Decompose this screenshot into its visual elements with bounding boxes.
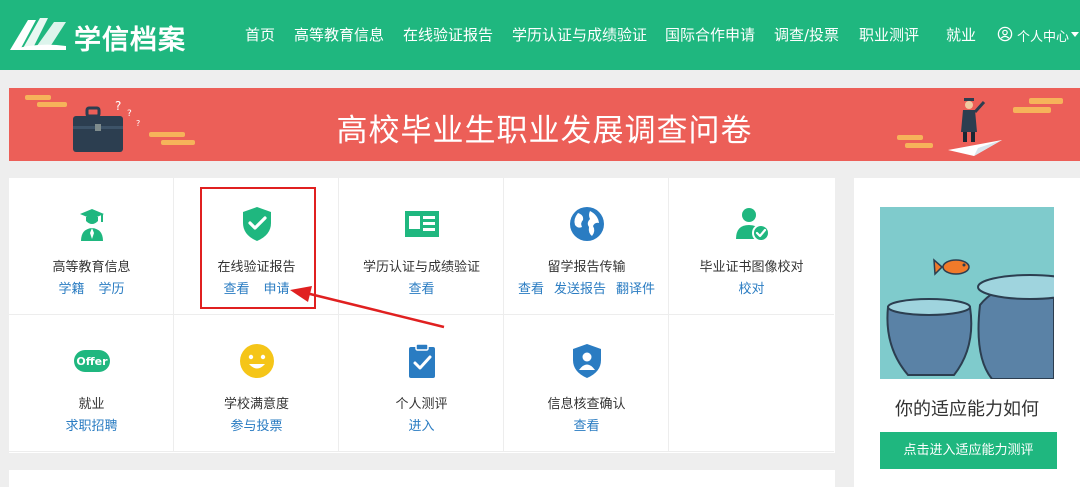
nav-home[interactable]: 首页 [245,24,275,45]
academic-record-link[interactable]: 学历 [99,282,125,297]
empty-cell [669,315,834,452]
nav-higher-education[interactable]: 高等教育信息 [294,24,384,45]
view-abroad-report-link[interactable]: 查看 [518,282,544,297]
student-status-link[interactable]: 学籍 [58,282,84,297]
service-title: 学历认证与成绩验证 [362,260,480,275]
nav-international[interactable]: 国际合作申请 [665,24,755,45]
job-search-link[interactable]: 求职招聘 [65,419,117,434]
service-title: 学校满意度 [223,397,289,412]
graduate-on-paper-plane-icon [948,98,1002,156]
service-title: 高等教育信息 [52,260,131,275]
nav-online-report[interactable]: 在线验证报告 [403,24,493,45]
proofread-link[interactable]: 校对 [738,282,764,297]
offer-icon: Offer [74,350,110,372]
service-personal-assessment[interactable]: 个人测评 进入 [339,315,504,452]
service-higher-education[interactable]: 高等教育信息 学籍 学历 [9,178,174,315]
service-title: 留学报告传输 [547,260,626,275]
view-verification-link[interactable]: 查看 [573,419,599,434]
adaptability-card: 你的适应能力如何 点击进入适应能力测评 [854,178,1080,487]
nav-employment[interactable]: 就业 [946,24,976,45]
translation-link[interactable]: 翻译件 [616,282,655,297]
top-header: 学信档案 首页 高等教育信息 在线验证报告 学历认证与成绩验证 国际合作申请 调… [0,0,1080,70]
nav-career-test[interactable]: 职业测评 [859,24,919,45]
service-title: 就业 [78,397,105,412]
adaptability-title: 你的适应能力如何 [895,399,1039,420]
user-circle-icon[interactable] [997,26,1013,42]
service-employment[interactable]: Offer 就业 求职招聘 [9,315,174,452]
clipboard-check-icon [409,343,435,378]
globe-icon [570,207,604,241]
adaptability-test-button[interactable]: 点击进入适应能力测评 [880,432,1057,469]
service-certificate-proofread[interactable]: 毕业证书图像校对 校对 [669,178,834,315]
service-title: 毕业证书图像校对 [699,260,804,275]
nav-certification[interactable]: 学历认证与成绩验证 [512,24,647,45]
service-school-satisfaction[interactable]: 学校满意度 参与投票 [174,315,339,452]
vote-link[interactable]: 参与投票 [230,419,282,434]
cloud-decoration-icon [897,135,933,148]
user-shield-icon [573,344,601,378]
service-info-verification[interactable]: 信息核查确认 查看 [504,315,669,452]
offer-badge-text: Offer [76,355,108,368]
service-title: 个人测评 [395,397,448,412]
enter-assessment-link[interactable]: 进入 [408,419,434,434]
goldfish-jump-icon [880,207,1054,379]
chevron-down-icon[interactable] [1071,32,1079,37]
nav-survey-vote[interactable]: 调查/投票 [774,24,839,45]
xuexin-logo-icon[interactable] [8,14,68,54]
survey-banner[interactable]: ? ? ? 高校毕业生职业发展调查问卷 [9,88,1080,161]
service-study-abroad-transfer[interactable]: 留学报告传输 查看 发送报告 翻译件 [504,178,669,315]
bottom-panel [9,470,835,487]
graduate-icon [80,209,104,241]
service-title: 信息核查确认 [547,397,626,412]
id-card-icon [405,211,439,237]
smiley-icon [240,344,274,378]
user-check-icon [736,208,770,242]
user-center-menu[interactable]: 个人中心 [1017,26,1069,45]
fishbowl-illustration [880,207,1054,379]
cloud-decoration-icon [1013,98,1063,113]
brand-name[interactable]: 学信档案 [74,18,186,57]
annotation-arrow-icon [290,286,445,329]
send-report-link[interactable]: 发送报告 [554,282,606,297]
